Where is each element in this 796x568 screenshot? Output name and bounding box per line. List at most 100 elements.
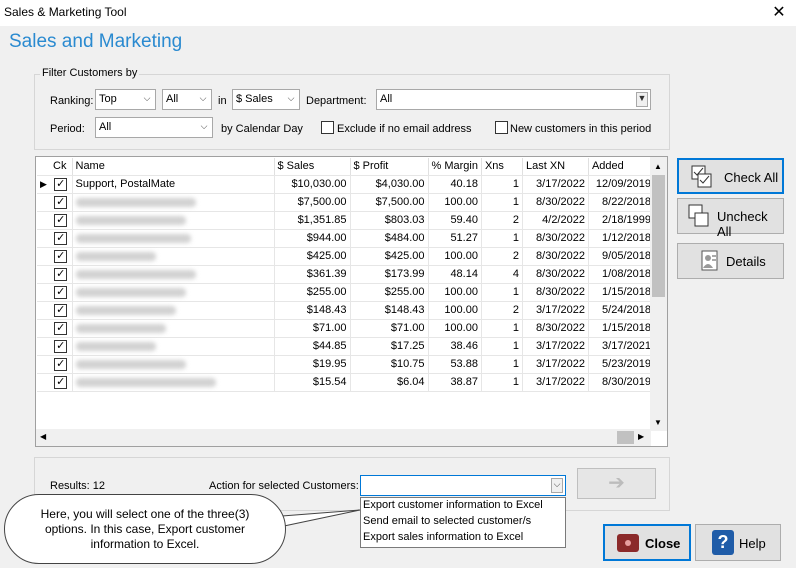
last-xn-cell: 3/17/2022 xyxy=(522,175,589,194)
uncheck-all-button[interactable]: Uncheck All xyxy=(677,198,784,239)
chevron-down-icon: ⌵ xyxy=(287,93,295,103)
table-row[interactable]: ▶ ✓ Support, PostalMate $10,030.00 $4,030.00… xyxy=(37,175,655,194)
table-row[interactable]: ✓ $7,500.00 $7,500.00 100.00 1 8/30/2022 8/22/… xyxy=(37,193,655,212)
department-select[interactable]: All ▼ xyxy=(376,89,651,110)
action-options-list[interactable]: Export customer information to Excel Sen… xyxy=(360,497,566,548)
option-send-email[interactable]: Send email to selected customer/s xyxy=(361,514,565,530)
option-export-customer[interactable]: Export customer information to Excel xyxy=(361,498,565,514)
checkmark-icon[interactable]: ✓ xyxy=(54,213,68,227)
option-export-sales[interactable]: Export sales information to Excel xyxy=(361,530,565,546)
row-checkbox-cell[interactable]: ✓ xyxy=(50,247,73,266)
details-button[interactable]: Details xyxy=(677,243,784,279)
xns-cell: 1 xyxy=(481,355,523,374)
table-row[interactable]: ✓ $71.00 $71.00 100.00 1 8/30/2022 1/15/2018 xyxy=(37,319,655,338)
added-cell: 1/15/2018 xyxy=(588,319,655,338)
column-header-added[interactable]: Added xyxy=(588,158,655,176)
redacted-name xyxy=(75,377,216,387)
last-xn-cell: 3/17/2022 xyxy=(522,337,589,356)
close-button[interactable]: Close xyxy=(603,524,691,561)
name-cell-redacted xyxy=(72,247,275,266)
period-select[interactable]: All ⌵ xyxy=(95,117,213,138)
row-checkbox-cell[interactable]: ✓ xyxy=(50,373,73,392)
row-checkbox-cell[interactable]: ✓ xyxy=(50,301,73,320)
count-select[interactable]: All ⌵ xyxy=(162,89,212,110)
row-checkbox-cell[interactable]: ✓ xyxy=(50,355,73,374)
department-value: All xyxy=(380,93,393,105)
hscroll-thumb[interactable] xyxy=(617,431,634,444)
table-row[interactable]: ✓ $148.43 $148.43 100.00 2 3/17/2022 5/24/2018 xyxy=(37,301,655,320)
checkmark-icon[interactable]: ✓ xyxy=(54,195,68,209)
column-header-margin[interactable]: % Margin xyxy=(428,158,482,176)
table-header-row: Ck Name $ Sales $ Profit % Margin Xns La… xyxy=(37,158,655,176)
table-row[interactable]: ✓ $19.95 $10.75 53.88 1 3/17/2022 5/23/2019 xyxy=(37,355,655,374)
profit-cell: $17.25 xyxy=(350,337,429,356)
row-checkbox-cell[interactable]: ✓ xyxy=(50,193,73,212)
checkmark-icon[interactable]: ✓ xyxy=(54,231,68,245)
checkmark-icon[interactable]: ✓ xyxy=(54,249,68,263)
grid-vertical-scrollbar[interactable]: ▲ ▼ xyxy=(650,157,667,431)
checkmark-icon[interactable]: ✓ xyxy=(54,177,68,191)
checkmark-icon[interactable]: ✓ xyxy=(54,357,68,371)
checkmark-icon[interactable]: ✓ xyxy=(54,339,68,353)
scroll-up-icon[interactable]: ▲ xyxy=(654,162,662,171)
checkmark-icon[interactable]: ✓ xyxy=(54,267,68,281)
column-header-sales[interactable]: $ Sales xyxy=(274,158,351,176)
last-xn-cell: 4/2/2022 xyxy=(522,211,589,230)
table-row[interactable]: ✓ $1,351.85 $803.03 59.40 2 4/2/2022 2/18/1999 xyxy=(37,211,655,230)
check-all-button[interactable]: Check All xyxy=(677,158,784,194)
help-button[interactable]: ? Help xyxy=(695,524,781,561)
column-header-last-xn[interactable]: Last XN xyxy=(522,158,589,176)
sales-cell: $15.54 xyxy=(274,373,351,392)
column-header-ck[interactable]: Ck xyxy=(50,158,73,176)
go-button[interactable]: ➔ xyxy=(577,468,656,499)
window-close-icon[interactable]: ✕ xyxy=(762,0,796,26)
checkmark-icon[interactable]: ✓ xyxy=(54,303,68,317)
row-checkbox-cell[interactable]: ✓ xyxy=(50,229,73,248)
row-checkbox-cell[interactable]: ✓ xyxy=(50,211,73,230)
action-label: Action for selected Customers: xyxy=(209,480,359,492)
table-row[interactable]: ✓ $425.00 $425.00 100.00 2 8/30/2022 9/05/2018 xyxy=(37,247,655,266)
grid-horizontal-scrollbar[interactable]: ◀ ▶ xyxy=(36,429,651,446)
scroll-down-icon[interactable]: ▼ xyxy=(654,418,662,427)
sales-cell: $425.00 xyxy=(274,247,351,266)
scroll-left-icon[interactable]: ◀ xyxy=(40,432,46,441)
column-header-xns[interactable]: Xns xyxy=(481,158,523,176)
table-row[interactable]: ✓ $944.00 $484.00 51.27 1 8/30/2022 1/12/2018 xyxy=(37,229,655,248)
margin-cell: 51.27 xyxy=(428,229,482,248)
ranking-select[interactable]: Top ⌵ xyxy=(95,89,156,110)
profit-cell: $6.04 xyxy=(350,373,429,392)
row-checkbox-cell[interactable]: ✓ xyxy=(50,319,73,338)
row-checkbox-cell[interactable]: ✓ xyxy=(50,283,73,302)
exclude-no-email-label: Exclude if no email address xyxy=(337,123,472,135)
table-row[interactable]: ✓ $15.54 $6.04 38.87 1 3/17/2022 8/30/2019 xyxy=(37,373,655,392)
table-row[interactable]: ✓ $255.00 $255.00 100.00 1 8/30/2022 1/15/2018 xyxy=(37,283,655,302)
scroll-thumb[interactable] xyxy=(652,175,665,297)
last-xn-cell: 3/17/2022 xyxy=(522,355,589,374)
margin-cell: 100.00 xyxy=(428,283,482,302)
checkmark-icon[interactable]: ✓ xyxy=(54,321,68,335)
column-header-name[interactable]: Name xyxy=(72,158,275,176)
name-cell-redacted xyxy=(72,319,275,338)
redacted-name xyxy=(75,269,196,279)
margin-cell: 40.18 xyxy=(428,175,482,194)
checkmark-icon[interactable]: ✓ xyxy=(54,285,68,299)
profit-cell: $255.00 xyxy=(350,283,429,302)
exclude-no-email-checkbox[interactable] xyxy=(321,121,334,134)
chevron-down-icon: ⌵ xyxy=(199,93,207,103)
row-checkbox-cell[interactable]: ✓ xyxy=(50,265,73,284)
help-question-icon: ? xyxy=(712,530,734,555)
row-checkbox-cell[interactable]: ✓ xyxy=(50,337,73,356)
new-customers-checkbox[interactable] xyxy=(495,121,508,134)
checkmark-icon[interactable]: ✓ xyxy=(54,375,68,389)
metric-select[interactable]: $ Sales ⌵ xyxy=(232,89,300,110)
added-cell: 8/22/2018 xyxy=(588,193,655,212)
count-value: All xyxy=(166,93,179,105)
customer-grid[interactable]: Ck Name $ Sales $ Profit % Margin Xns La… xyxy=(35,156,668,447)
scroll-right-icon[interactable]: ▶ xyxy=(638,432,644,441)
table-row[interactable]: ✓ $361.39 $173.99 48.14 4 8/30/2022 1/08/2018 xyxy=(37,265,655,284)
column-header-profit[interactable]: $ Profit xyxy=(350,158,429,176)
table-row[interactable]: ✓ $44.85 $17.25 38.46 1 3/17/2022 3/17/2021 xyxy=(37,337,655,356)
action-select[interactable]: ⌵ xyxy=(360,475,566,496)
name-cell-redacted xyxy=(72,337,275,356)
row-checkbox-cell[interactable]: ✓ xyxy=(50,175,73,194)
